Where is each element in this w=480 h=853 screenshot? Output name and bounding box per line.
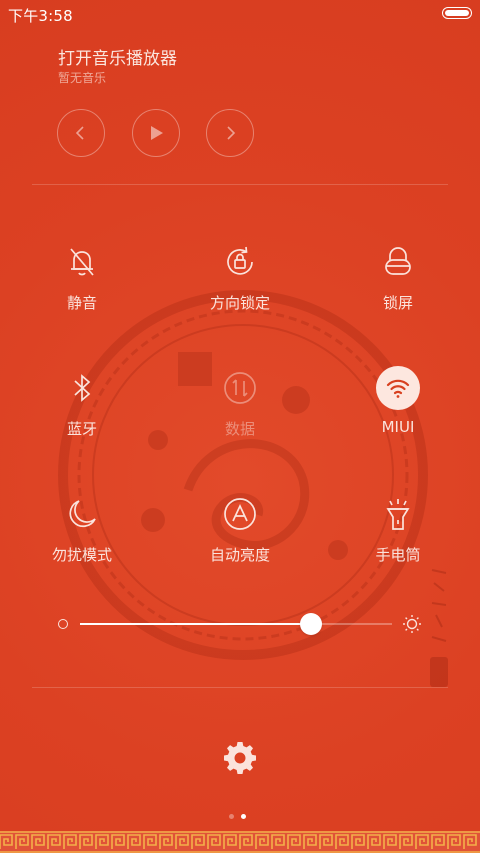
toggle-label: 静音	[66, 294, 97, 312]
brightness-slider-fill	[80, 623, 311, 625]
status-bar: 下午3:58	[0, 0, 480, 28]
page-dot	[241, 814, 246, 819]
gear-icon[interactable]	[224, 742, 256, 774]
play-icon	[151, 126, 163, 140]
toggle-wifi[interactable]: MIUI	[338, 366, 458, 458]
decorative-border	[0, 831, 480, 853]
divider	[32, 184, 448, 185]
toggle-do-not-disturb[interactable]: 勿扰模式	[22, 494, 142, 584]
toggle-label: 勿扰模式	[51, 546, 112, 564]
toggle-rotation-lock[interactable]: 方向锁定	[180, 242, 300, 332]
sun-icon	[403, 615, 421, 633]
toggle-label: 蓝牙	[66, 420, 97, 438]
toggle-mute[interactable]: 静音	[22, 242, 142, 332]
toggle-lock-screen[interactable]: 锁屏	[338, 242, 458, 332]
previous-button[interactable]	[57, 109, 105, 157]
rotation-lock-icon	[227, 246, 253, 275]
toggle-label: 自动亮度	[209, 546, 270, 564]
next-button[interactable]	[206, 109, 254, 157]
play-button[interactable]	[132, 109, 180, 157]
battery-icon	[442, 7, 472, 19]
toggle-data[interactable]: 数据	[180, 368, 300, 458]
toggle-bluetooth[interactable]: 蓝牙	[22, 368, 142, 458]
toggle-auto-brightness[interactable]: 自动亮度	[180, 494, 300, 584]
zodiac-papercut-decoration	[58, 290, 428, 660]
moon-icon	[69, 500, 96, 528]
flashlight-icon	[386, 499, 410, 530]
page-dot	[229, 814, 234, 819]
brightness-slider-thumb[interactable]	[299, 613, 322, 635]
toggle-label: 手电筒	[375, 546, 421, 564]
divider	[32, 687, 448, 688]
lock-icon	[385, 247, 411, 275]
toggle-label: MIUI	[381, 418, 415, 436]
page-indicator	[229, 814, 251, 819]
status-time: 下午3:58	[8, 7, 73, 25]
toggle-label: 锁屏	[382, 294, 413, 312]
auto-brightness-icon	[224, 498, 256, 530]
wifi-icon	[386, 379, 410, 398]
music-player-title[interactable]: 打开音乐播放器	[58, 44, 177, 69]
bluetooth-icon	[74, 374, 91, 402]
chevron-left-icon	[75, 126, 84, 140]
brightness-slider[interactable]	[80, 613, 392, 635]
toggle-label: 方向锁定	[209, 294, 270, 312]
music-player-subtitle: 暂无音乐	[58, 71, 107, 85]
data-arrows-icon	[224, 372, 256, 404]
toggle-flashlight[interactable]: 手电筒	[338, 494, 458, 584]
toggle-label: 数据	[224, 420, 255, 438]
brightness-low-icon	[58, 619, 68, 629]
chevron-right-icon	[227, 126, 236, 140]
bell-off-icon	[70, 248, 94, 276]
